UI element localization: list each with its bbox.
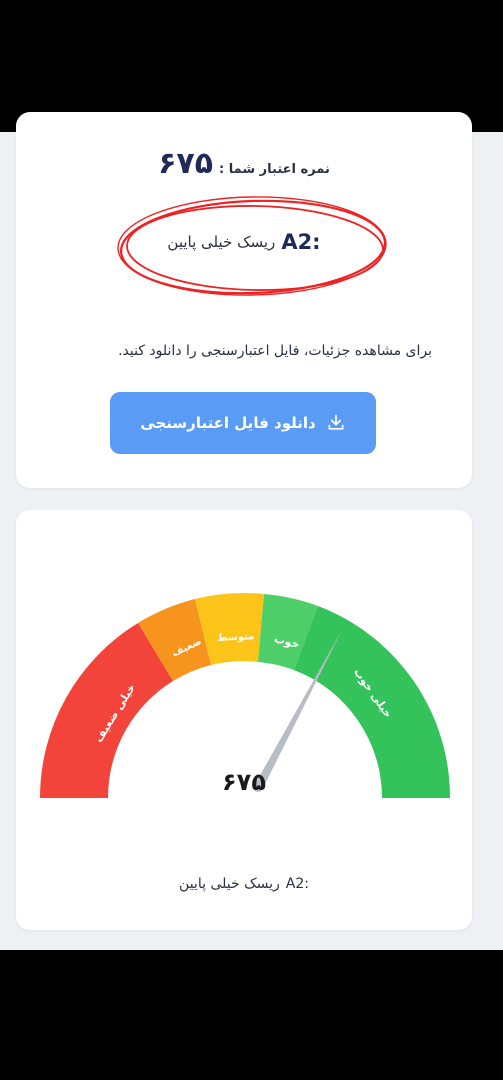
score-label: نمره اعتبار شما : xyxy=(219,162,330,177)
risk-text: ریسک خیلی پایین xyxy=(167,233,276,251)
download-button-label: دانلود فایل اعتبارسنجی xyxy=(140,414,316,432)
bottom-risk: ریسک خیلی پایین A2: xyxy=(16,876,472,892)
risk-code: A2: xyxy=(281,230,321,254)
bottom-risk-code: A2: xyxy=(285,876,309,892)
gauge-card: خیلی ضعیف ضعیف متوسط خوب خیلی خوب ۶۷۵ ری… xyxy=(16,510,472,930)
gauge-value: ۶۷۵ xyxy=(222,768,266,796)
download-icon xyxy=(328,414,344,430)
app-screen: نمره اعتبار شما : ۶۷۵ ریسک خیلی پایین A2… xyxy=(0,112,503,950)
gauge-label-medium: متوسط xyxy=(217,631,255,644)
info-text: برای مشاهده جزئیات، فایل اعتبارسنجی را د… xyxy=(118,343,432,359)
bottom-risk-text: ریسک خیلی پایین xyxy=(179,876,280,892)
risk-level: ریسک خیلی پایین A2: xyxy=(16,230,472,254)
score-value: ۶۷۵ xyxy=(158,146,214,181)
download-button[interactable]: دانلود فایل اعتبارسنجی xyxy=(110,392,376,454)
score-card: نمره اعتبار شما : ۶۷۵ ریسک خیلی پایین A2… xyxy=(16,112,472,488)
score-line: نمره اعتبار شما : ۶۷۵ xyxy=(16,146,472,181)
